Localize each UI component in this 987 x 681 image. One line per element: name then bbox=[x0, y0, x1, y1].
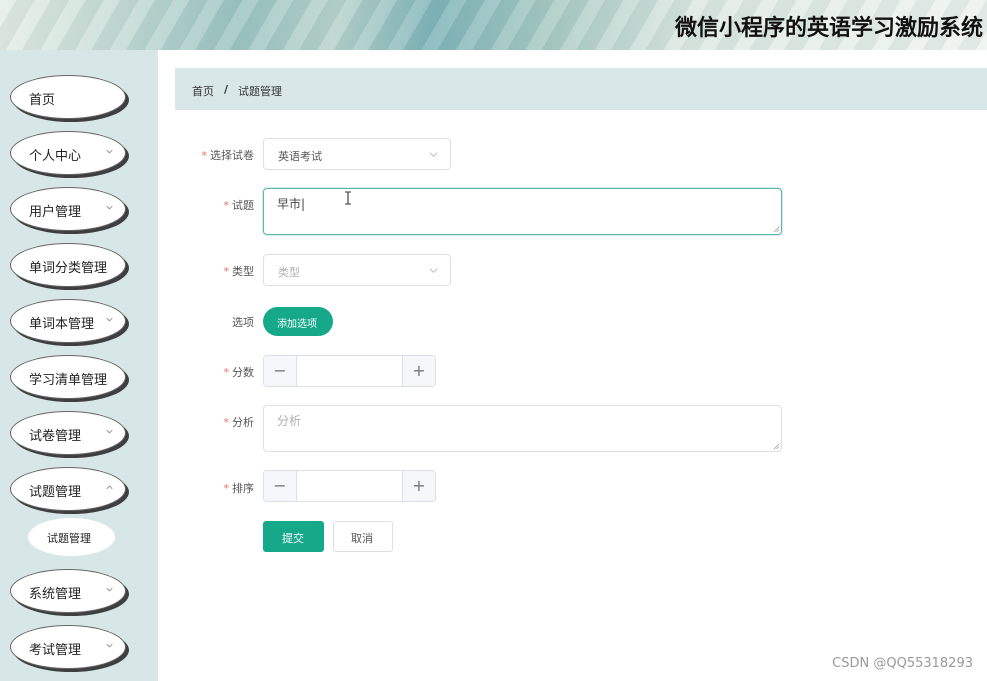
sidebar-item-label: 个人中心 bbox=[29, 149, 82, 164]
breadcrumb-current: 试题管理 bbox=[238, 85, 282, 98]
analysis-textarea[interactable]: 分析 bbox=[263, 405, 782, 452]
sidebar-item-user-management[interactable]: 用户管理 bbox=[10, 187, 126, 231]
sidebar-item-paper-management[interactable]: 试卷管理 bbox=[10, 411, 126, 455]
sidebar-subitem-label: 试题管理 bbox=[47, 532, 91, 545]
chevron-down-icon bbox=[429, 268, 438, 274]
sidebar-subitem-question-management[interactable]: 试题管理 bbox=[28, 518, 115, 556]
paper-select-label-text: 选择试卷 bbox=[210, 149, 254, 162]
question-label-text: 试题 bbox=[232, 199, 254, 212]
question-label: * 试题 bbox=[192, 197, 255, 213]
sidebar-item-study-list[interactable]: 学习清单管理 bbox=[10, 355, 126, 399]
sidebar-item-label: 试卷管理 bbox=[29, 429, 82, 444]
score-increment-button[interactable]: + bbox=[402, 356, 435, 386]
question-textarea-value: 早市| bbox=[277, 197, 306, 211]
required-mark: * bbox=[223, 199, 230, 212]
add-option-button[interactable]: 添加选项 bbox=[263, 307, 333, 336]
score-label-text: 分数 bbox=[232, 366, 254, 379]
paper-select-value: 英语考试 bbox=[278, 150, 322, 163]
type-select[interactable]: 类型 bbox=[263, 254, 451, 286]
chevron-down-icon bbox=[106, 643, 113, 648]
type-select-placeholder: 类型 bbox=[278, 266, 300, 279]
chevron-down-icon bbox=[106, 587, 113, 592]
text-cursor-icon bbox=[345, 191, 351, 205]
order-decrement-button[interactable]: − bbox=[264, 471, 297, 501]
sidebar-item-label: 首页 bbox=[29, 93, 56, 108]
chevron-up-icon bbox=[106, 485, 113, 490]
score-decrement-button[interactable]: − bbox=[264, 356, 297, 386]
options-label: 选项 bbox=[232, 316, 254, 329]
required-mark: * bbox=[223, 265, 230, 278]
resize-grip-icon bbox=[773, 443, 780, 450]
sidebar-item-label: 单词本管理 bbox=[29, 317, 95, 332]
sidebar-item-exam-management[interactable]: 考试管理 bbox=[10, 625, 126, 669]
sidebar-item-label: 用户管理 bbox=[29, 205, 82, 220]
analysis-label-text: 分析 bbox=[232, 416, 254, 429]
sidebar-item-label: 单词分类管理 bbox=[29, 261, 108, 276]
analysis-textarea-placeholder: 分析 bbox=[277, 414, 302, 428]
required-mark: * bbox=[201, 149, 208, 162]
submit-button[interactable]: 提交 bbox=[263, 521, 324, 552]
sidebar-item-label: 考试管理 bbox=[29, 643, 82, 658]
sidebar-item-system-management[interactable]: 系统管理 bbox=[10, 569, 126, 613]
breadcrumb-separator: / bbox=[224, 83, 229, 96]
sidebar-item-word-category[interactable]: 单词分类管理 bbox=[10, 243, 126, 287]
order-increment-button[interactable]: + bbox=[402, 471, 435, 501]
sidebar-item-question-management[interactable]: 试题管理 bbox=[10, 467, 126, 511]
submit-button-label: 提交 bbox=[282, 532, 304, 545]
order-label-text: 排序 bbox=[232, 482, 254, 495]
analysis-label: * 分析 bbox=[192, 414, 255, 430]
add-option-button-label: 添加选项 bbox=[277, 319, 317, 330]
chevron-down-icon bbox=[106, 317, 113, 322]
question-textarea[interactable]: 早市| bbox=[263, 188, 782, 235]
sidebar-item-wordbook[interactable]: 单词本管理 bbox=[10, 299, 126, 343]
cancel-button-label: 取消 bbox=[351, 532, 373, 545]
header-banner: 微信小程序的英语学习激励系统 bbox=[0, 0, 987, 50]
sidebar-item-label: 系统管理 bbox=[29, 587, 82, 602]
chevron-down-icon bbox=[429, 152, 438, 158]
paper-select-label: * 选择试卷 bbox=[192, 147, 255, 163]
score-stepper[interactable]: − + bbox=[263, 355, 436, 387]
watermark: CSDN @QQ55318293 bbox=[832, 656, 973, 671]
chevron-down-icon bbox=[106, 205, 113, 210]
order-stepper[interactable]: − + bbox=[263, 470, 436, 502]
paper-select[interactable]: 英语考试 bbox=[263, 138, 451, 170]
sidebar-item-personal-center[interactable]: 个人中心 bbox=[10, 131, 126, 175]
sidebar-item-label: 试题管理 bbox=[29, 485, 82, 500]
sidebar: 首页 个人中心 用户管理 单词分类管理 单词本管理 学习清单管理 试卷管理 试题… bbox=[0, 50, 158, 681]
breadcrumb-home-link[interactable]: 首页 bbox=[192, 83, 214, 99]
required-mark: * bbox=[223, 416, 230, 429]
app-title: 微信小程序的英语学习激励系统 bbox=[674, 16, 983, 41]
type-label-text: 类型 bbox=[232, 265, 254, 278]
score-label: * 分数 bbox=[192, 364, 255, 380]
sidebar-item-home[interactable]: 首页 bbox=[10, 75, 126, 119]
resize-grip-icon bbox=[773, 226, 780, 233]
breadcrumb: 首页 / 试题管理 bbox=[175, 68, 987, 110]
chevron-down-icon bbox=[106, 149, 113, 154]
chevron-down-icon bbox=[106, 429, 113, 434]
sidebar-item-label: 学习清单管理 bbox=[29, 373, 108, 388]
order-label: * 排序 bbox=[192, 480, 255, 496]
type-label: * 类型 bbox=[192, 263, 255, 279]
cancel-button[interactable]: 取消 bbox=[333, 521, 393, 552]
required-mark: * bbox=[223, 366, 230, 379]
required-mark: * bbox=[223, 482, 230, 495]
